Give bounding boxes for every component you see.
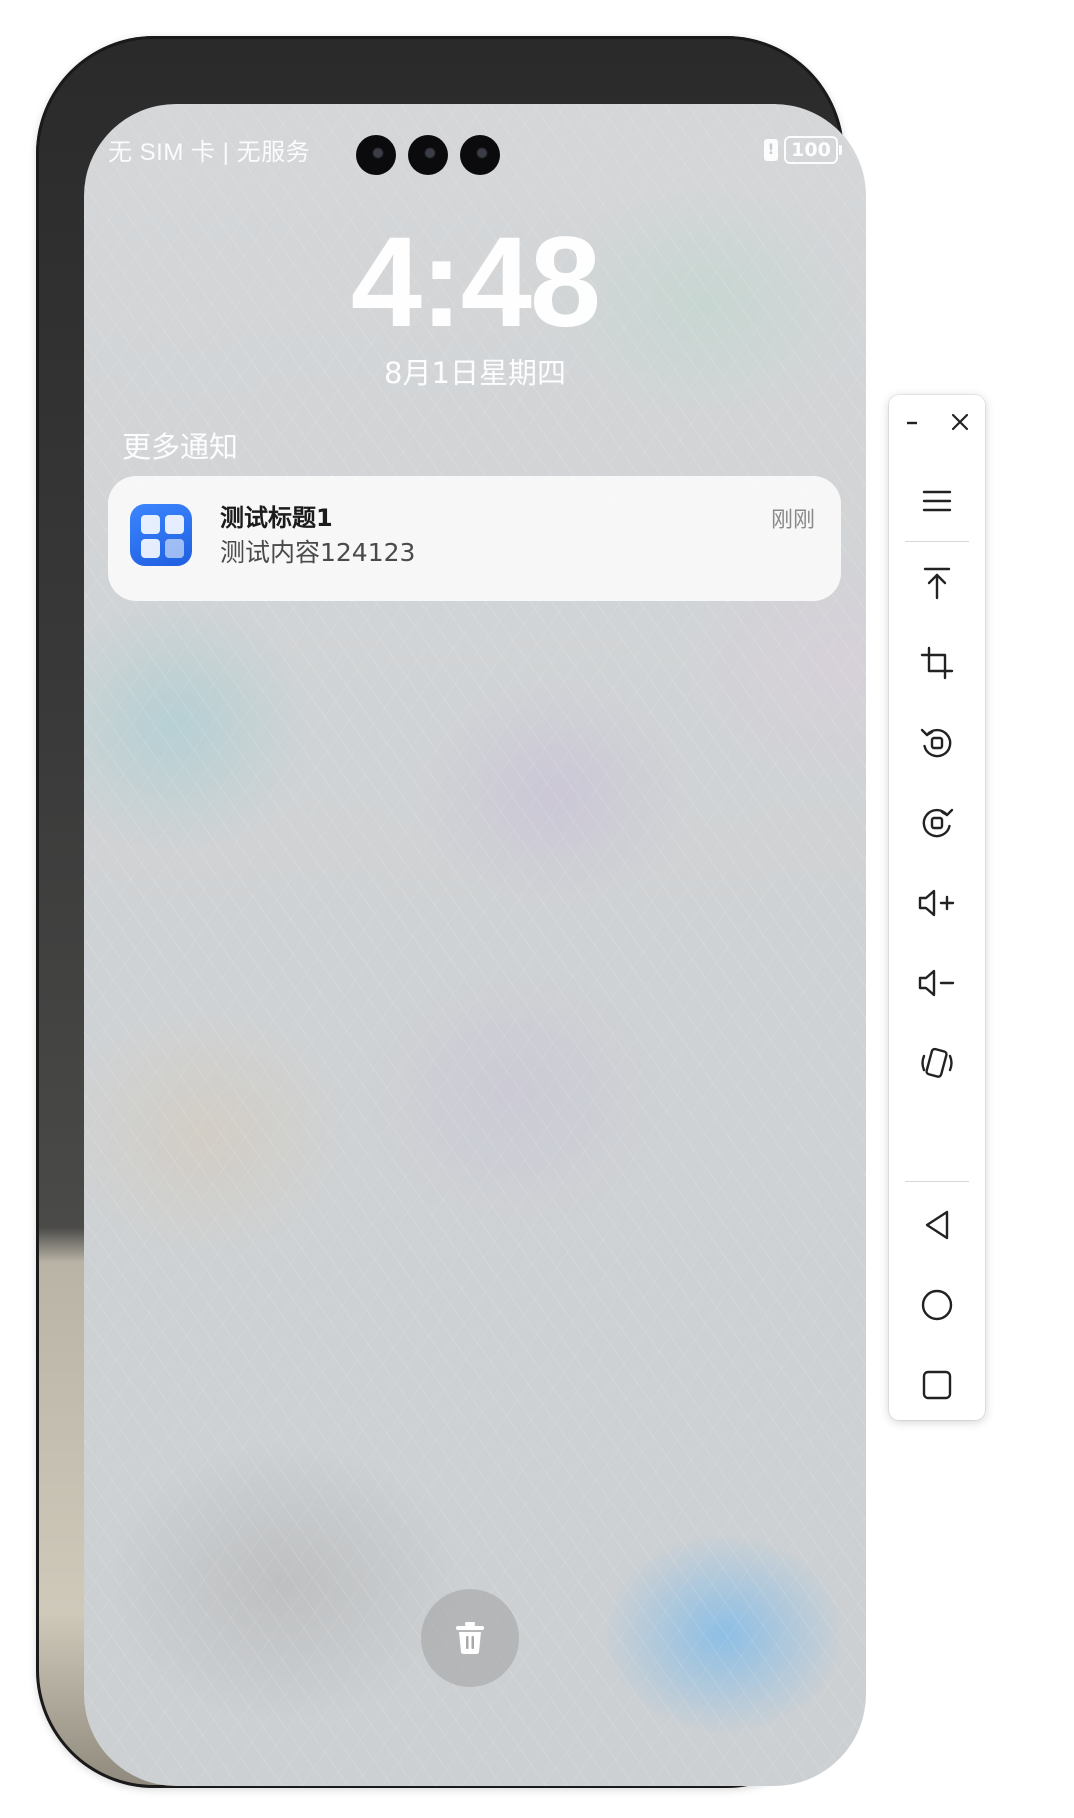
crop-icon xyxy=(920,646,954,680)
volume-up-button[interactable] xyxy=(913,879,961,927)
rotate-left-icon xyxy=(920,728,952,758)
notification-time: 刚刚 xyxy=(770,508,815,533)
lock-clock: 4:48 xyxy=(350,211,601,354)
volume-down-icon xyxy=(918,969,955,997)
shake-icon xyxy=(921,1047,953,1078)
home-button[interactable] xyxy=(913,1281,961,1329)
lock-date: 8月1日星期四 xyxy=(384,356,566,390)
recents-button[interactable] xyxy=(913,1361,961,1409)
menu-button[interactable] xyxy=(913,477,961,525)
camera-lens-icon xyxy=(408,135,448,175)
rotate-left-button[interactable] xyxy=(913,719,961,767)
sim-alert-icon: ! xyxy=(764,139,778,161)
recents-icon xyxy=(922,1370,952,1400)
phone-frame: 无 SIM 卡 | 无服务 ! 100 4:48 8月1日星期四 更多通知 测试… xyxy=(36,36,866,1788)
toolbar-divider xyxy=(905,1181,969,1182)
notification-body: 测试内容124123 xyxy=(220,538,416,567)
emulator-toolbar xyxy=(889,395,985,1420)
home-icon xyxy=(921,1289,953,1321)
back-icon xyxy=(925,1210,949,1240)
menu-icon xyxy=(922,490,952,512)
shake-button[interactable] xyxy=(913,1039,961,1087)
volume-up-icon xyxy=(918,889,955,917)
always-on-top-button[interactable] xyxy=(913,559,961,607)
minimize-button[interactable] xyxy=(897,407,927,437)
rotate-right-icon xyxy=(922,808,954,838)
notifications-header: 更多通知 xyxy=(122,430,239,464)
close-button[interactable] xyxy=(945,407,975,437)
rotate-right-button[interactable] xyxy=(913,799,961,847)
status-icons: ! 100 xyxy=(764,136,842,164)
pin-top-icon xyxy=(923,567,951,600)
lock-screen[interactable]: 无 SIM 卡 | 无服务 ! 100 4:48 8月1日星期四 更多通知 测试… xyxy=(84,104,866,1786)
back-button[interactable] xyxy=(913,1201,961,1249)
close-icon xyxy=(951,413,969,431)
minimize-icon xyxy=(907,421,917,425)
trash-icon xyxy=(456,1622,484,1654)
notification-card[interactable]: 测试标题1 测试内容124123 刚刚 xyxy=(108,476,841,601)
clear-notifications-button[interactable] xyxy=(421,1589,519,1687)
app-grid-icon xyxy=(130,504,192,566)
carrier-status: 无 SIM 卡 | 无服务 xyxy=(108,139,311,166)
toolbar-divider xyxy=(905,541,969,542)
camera-lens-icon xyxy=(356,135,396,175)
screenshot-crop-button[interactable] xyxy=(913,639,961,687)
volume-down-button[interactable] xyxy=(913,959,961,1007)
battery-indicator: 100 xyxy=(784,136,842,164)
notification-title: 测试标题1 xyxy=(220,504,333,532)
camera-lens-icon xyxy=(460,135,500,175)
